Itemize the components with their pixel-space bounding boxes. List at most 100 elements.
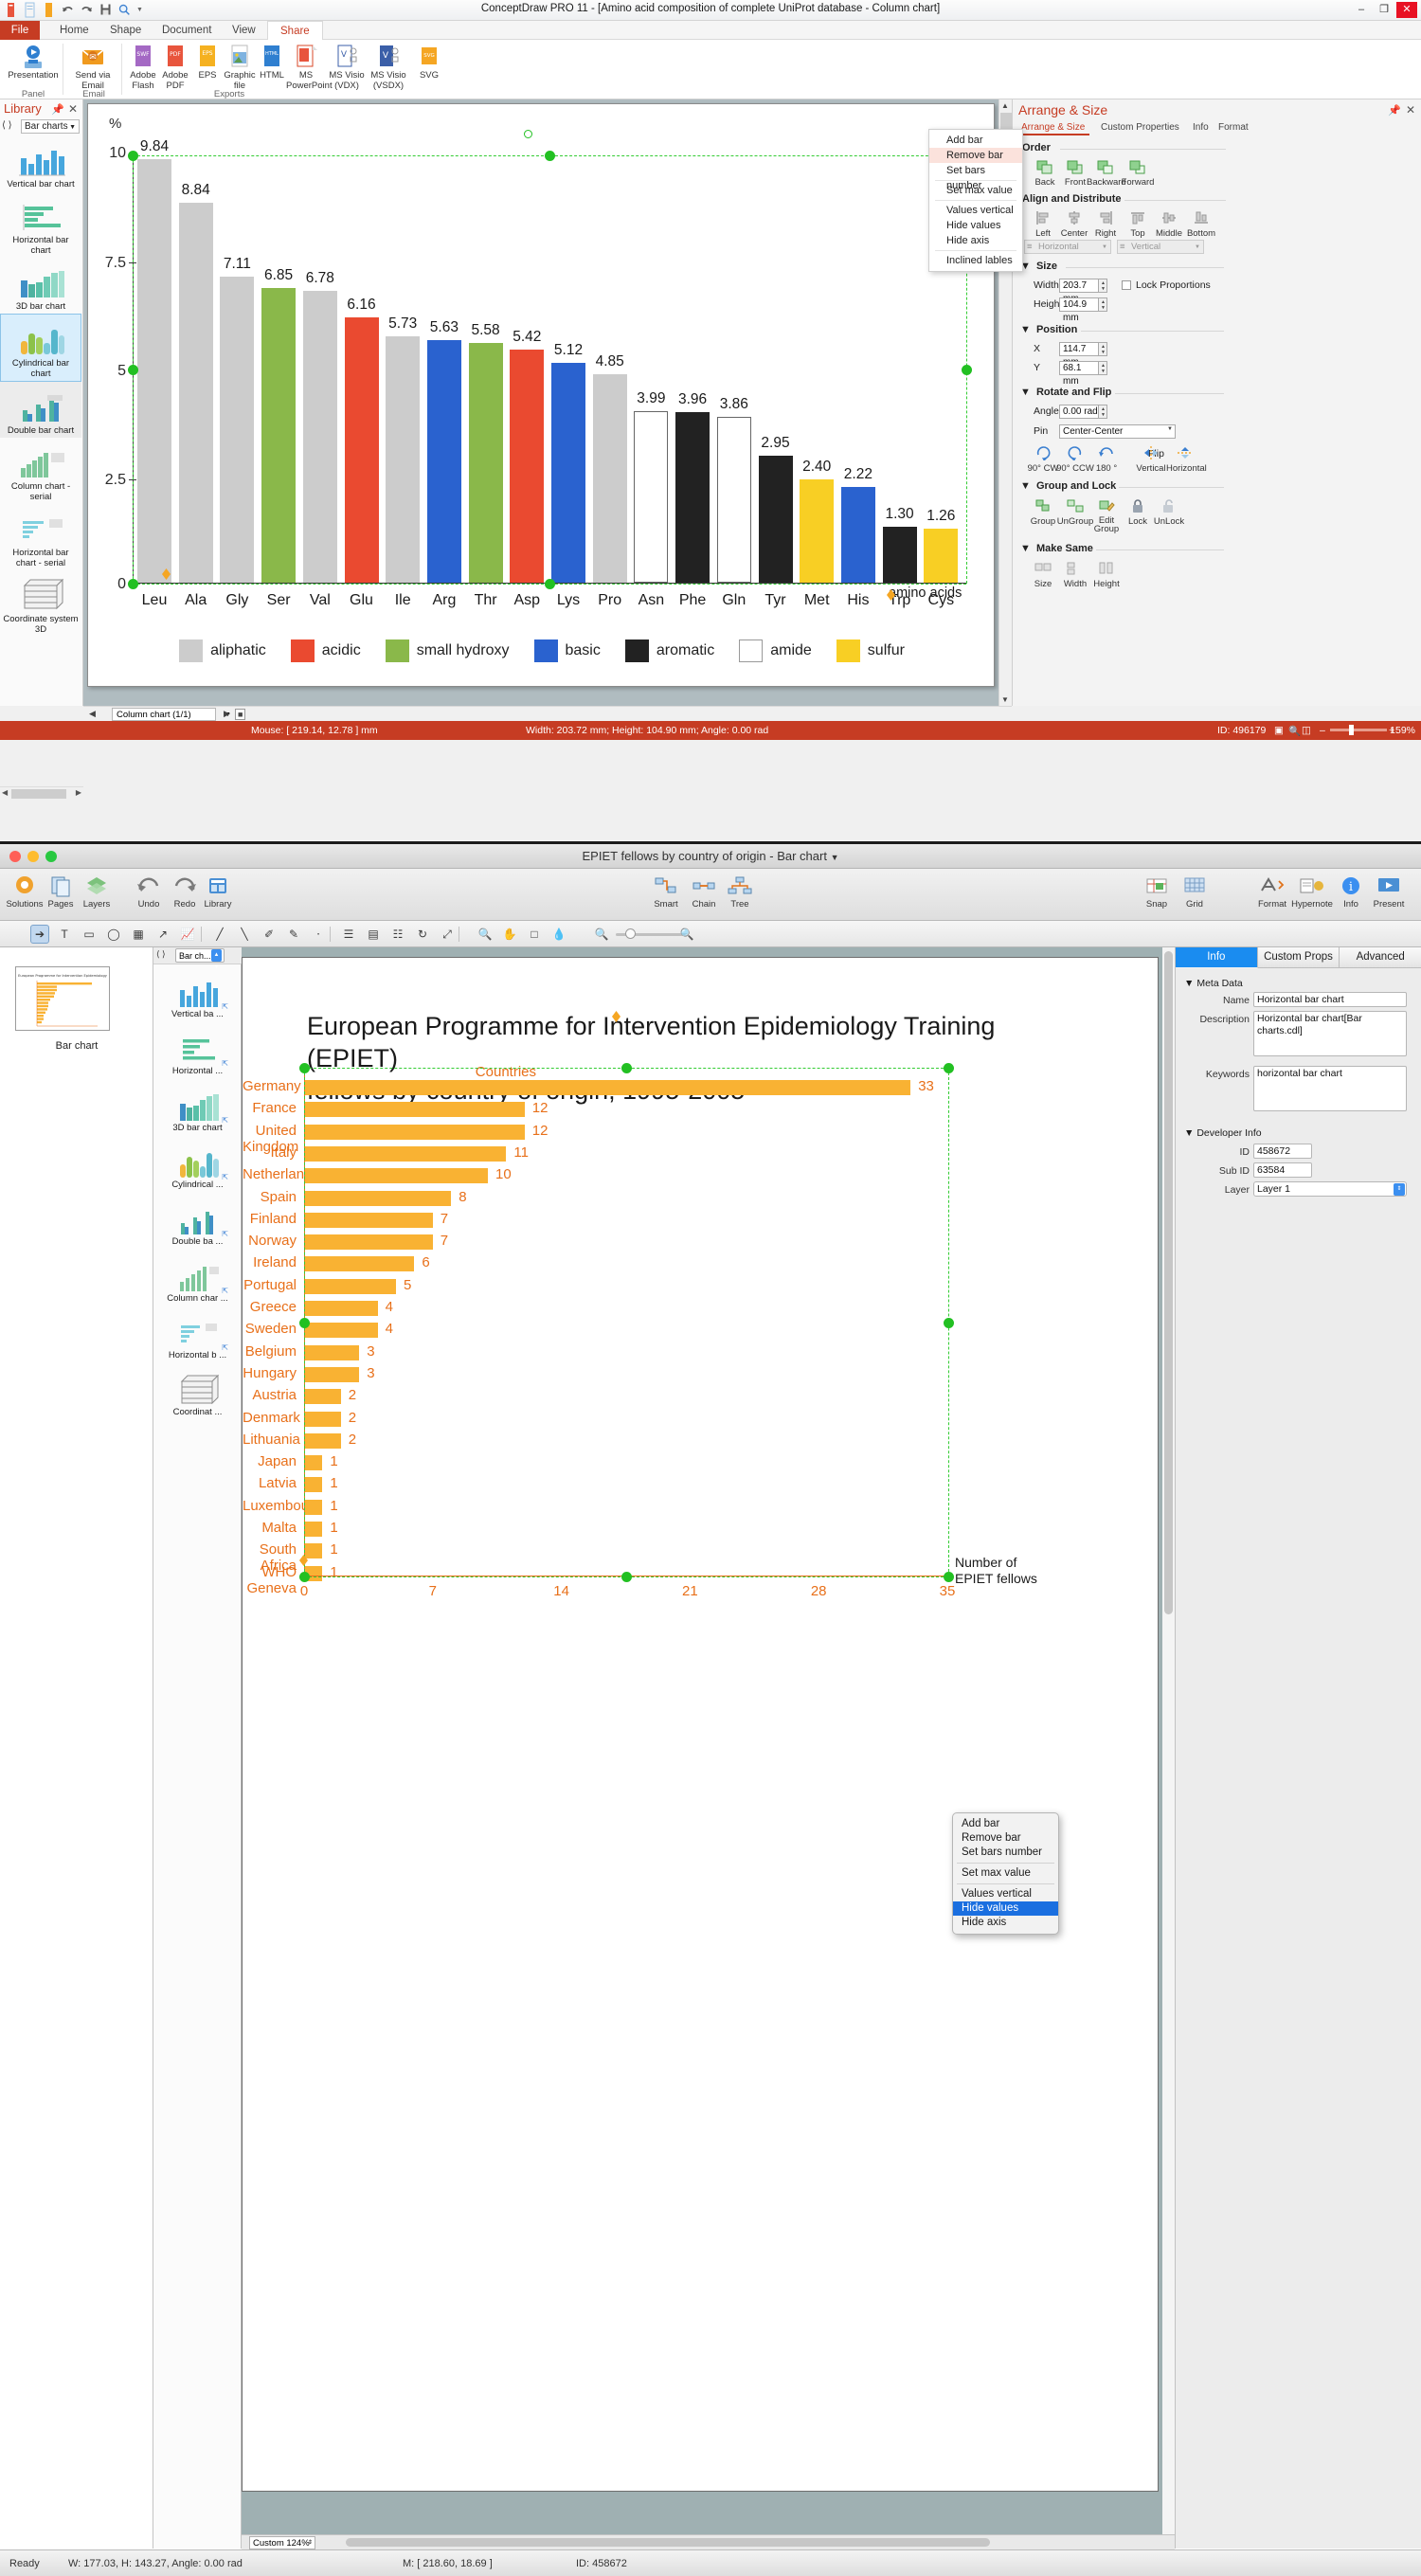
- flip-button-vertical[interactable]: Vertical: [1132, 442, 1170, 474]
- x-stepper[interactable]: ▲ ▼: [1099, 342, 1107, 356]
- align-button-bottom[interactable]: Bottom: [1182, 207, 1220, 239]
- bar-ser[interactable]: [261, 288, 297, 583]
- ribbon-button-adobe-pdf[interactable]: PDF Adobe PDF: [157, 43, 193, 91]
- ribbon-tab-view[interactable]: View: [220, 21, 268, 40]
- tool-pen[interactable]: ✐: [260, 925, 279, 944]
- angle-input[interactable]: 0.00 rad: [1059, 405, 1099, 419]
- library-prev-next-icon[interactable]: ⟨ ⟩: [2, 120, 12, 131]
- ribbon-button-eps[interactable]: EPS EPS: [189, 43, 225, 81]
- page-tab-column-chart[interactable]: Column chart (1/1) ▼: [112, 708, 231, 721]
- tool-pointer[interactable]: ➔: [30, 925, 49, 944]
- selection-handle-top-center[interactable]: [621, 1063, 632, 1073]
- bar-netherlands[interactable]: [304, 1168, 488, 1184]
- tab-info[interactable]: Info: [1188, 120, 1214, 135]
- library-item-cylindrical-bar-chart[interactable]: Cylindrical bar chart: [0, 314, 81, 382]
- zoom-out-button[interactable]: –: [1320, 725, 1325, 736]
- bar-latvia[interactable]: [304, 1477, 323, 1493]
- library-item-column-chart-serial[interactable]: Column chart - serial: [0, 438, 81, 504]
- library-item-cylindrical-bar-chart[interactable]: ⇱ Cylindrical ...: [153, 1135, 242, 1192]
- context-menu-item-values-vertical[interactable]: Values vertical: [953, 1887, 1058, 1901]
- id-input[interactable]: 458672: [1253, 1144, 1312, 1159]
- bar-cys[interactable]: [924, 528, 959, 583]
- toolbar-button-format[interactable]: Format: [1250, 873, 1294, 910]
- close-icon[interactable]: ✕: [1406, 103, 1415, 117]
- inspector-tab-advanced[interactable]: Advanced: [1340, 947, 1421, 968]
- window2-canvas-area[interactable]: European Programme for Intervention Epid…: [242, 947, 1175, 2534]
- ribbon-button-send-via-email[interactable]: ✉ Send via Email: [66, 43, 119, 91]
- tool-order[interactable]: ⤢: [438, 925, 457, 944]
- scroll-left-icon[interactable]: ◀: [2, 788, 8, 797]
- chevron-down-icon[interactable]: ▼: [1020, 543, 1031, 554]
- ribbon-button-graphic-file[interactable]: Graphic file: [222, 43, 258, 91]
- chevron-down-icon[interactable]: ▼: [1167, 426, 1173, 432]
- lock-proportions-checkbox[interactable]: [1122, 280, 1131, 290]
- bar-pro[interactable]: [592, 373, 627, 583]
- bar-leu[interactable]: [137, 159, 171, 583]
- zoom-slider[interactable]: [1330, 729, 1387, 731]
- order-button-forward[interactable]: Forward: [1119, 156, 1157, 188]
- column-chart[interactable]: % 10 7.5 5 2.5 0 9.84 8.84 7.11 6.85 6.78 6.1…: [88, 104, 994, 686]
- toolbar-button-layers[interactable]: Layers: [75, 873, 118, 910]
- selection-handle-bottom-right[interactable]: [944, 1572, 954, 1582]
- tool-table[interactable]: ▦: [129, 925, 148, 944]
- minimize-button[interactable]: –: [1351, 2, 1372, 18]
- context-menu-item-set-bars-number[interactable]: Set bars number: [953, 1846, 1058, 1860]
- library-item-double-bar-chart[interactable]: ⇱ Double ba ...: [153, 1192, 242, 1249]
- bar-thr[interactable]: [468, 342, 503, 583]
- height-input[interactable]: 104.9 mm: [1059, 297, 1099, 323]
- ribbon-button-ms-powerpoint[interactable]: MS PowerPoint: [286, 43, 333, 91]
- description-input[interactable]: Horizontal bar chart[Bar charts.cdl]: [1253, 1011, 1407, 1056]
- scrollbar-thumb[interactable]: [11, 789, 66, 799]
- zoom-selection-icon[interactable]: ◫: [1302, 725, 1311, 736]
- bar-trp[interactable]: [882, 526, 917, 583]
- page-prev-icon[interactable]: ◀: [89, 709, 96, 719]
- selection-handle-middle-right[interactable]: [944, 1318, 954, 1328]
- bar-united-kingdom[interactable]: [304, 1124, 525, 1140]
- pin-icon[interactable]: 📌: [1388, 104, 1401, 117]
- scrollbar-thumb[interactable]: [346, 2538, 990, 2547]
- fit-page-icon[interactable]: ▣: [1274, 725, 1284, 736]
- name-input[interactable]: Horizontal bar chart: [1253, 992, 1407, 1007]
- zoom-select[interactable]: Custom 124% ⇕: [249, 2536, 315, 2549]
- bar-japan[interactable]: [304, 1455, 323, 1471]
- tool-arc[interactable]: ⋅: [309, 925, 328, 944]
- bar-ireland[interactable]: [304, 1256, 415, 1272]
- inspector-tab-custom-props[interactable]: Custom Props: [1257, 947, 1340, 968]
- chevron-down-icon[interactable]: ▼: [1020, 324, 1031, 335]
- bar-asp[interactable]: [510, 349, 545, 583]
- context-menu-item-hide-axis[interactable]: Hide axis: [929, 233, 1022, 248]
- bar-tyr[interactable]: [758, 456, 793, 583]
- bar-austria[interactable]: [304, 1389, 341, 1405]
- context-menu-item-remove-bar[interactable]: Remove bar: [929, 148, 1022, 163]
- unlock-button[interactable]: UnLock: [1150, 495, 1188, 527]
- library-item-horizontal-bar-chart[interactable]: Horizontal bar chart: [0, 191, 81, 258]
- width-input[interactable]: 203.7 mm: [1059, 279, 1099, 304]
- bar-luxembourg[interactable]: [304, 1499, 323, 1515]
- bar-lys[interactable]: [551, 362, 585, 583]
- x-input[interactable]: 114.7 mm: [1059, 342, 1099, 368]
- selection-handle-bottom-left[interactable]: [299, 1572, 310, 1582]
- zoom-in-icon[interactable]: 🔍: [677, 925, 696, 944]
- flip-button-horizontal[interactable]: Horizontal: [1166, 442, 1207, 474]
- bar-ala[interactable]: [178, 202, 213, 583]
- layer-select[interactable]: Layer 1 ⇕: [1253, 1181, 1407, 1197]
- selection-handle-top-left[interactable]: [128, 151, 138, 161]
- width-stepper[interactable]: ▲ ▼: [1099, 279, 1107, 293]
- chevron-down-icon[interactable]: ▼: [1020, 387, 1031, 398]
- library-item-3d-bar-chart[interactable]: 3D bar chart: [0, 258, 81, 314]
- zoom-out-icon[interactable]: 🔍: [592, 925, 611, 944]
- bar-lithuania[interactable]: [304, 1432, 341, 1449]
- selection-handle-bottom-left[interactable]: [128, 579, 138, 589]
- tool-ellipse[interactable]: ◯: [104, 925, 123, 944]
- context-menu-item-hide-values[interactable]: Hide values: [953, 1901, 1058, 1916]
- context-menu-item-hide-values[interactable]: Hide values: [929, 218, 1022, 233]
- scrollbar-thumb[interactable]: [1164, 951, 1173, 1614]
- ribbon-button-presentation[interactable]: Presentation: [6, 43, 61, 81]
- bar-belgium[interactable]: [304, 1344, 360, 1360]
- bar-germany[interactable]: [304, 1080, 911, 1095]
- page-thumbnail[interactable]: European Programme for Intervention Epid…: [15, 966, 110, 1031]
- library-selector[interactable]: Bar ch... ▲ ▼: [175, 948, 225, 970]
- library-item-vertical-bar-chart[interactable]: Vertical bar chart: [0, 135, 81, 191]
- ribbon-tab-shape[interactable]: Shape: [98, 21, 153, 40]
- zoom-slider-knob[interactable]: [625, 928, 636, 939]
